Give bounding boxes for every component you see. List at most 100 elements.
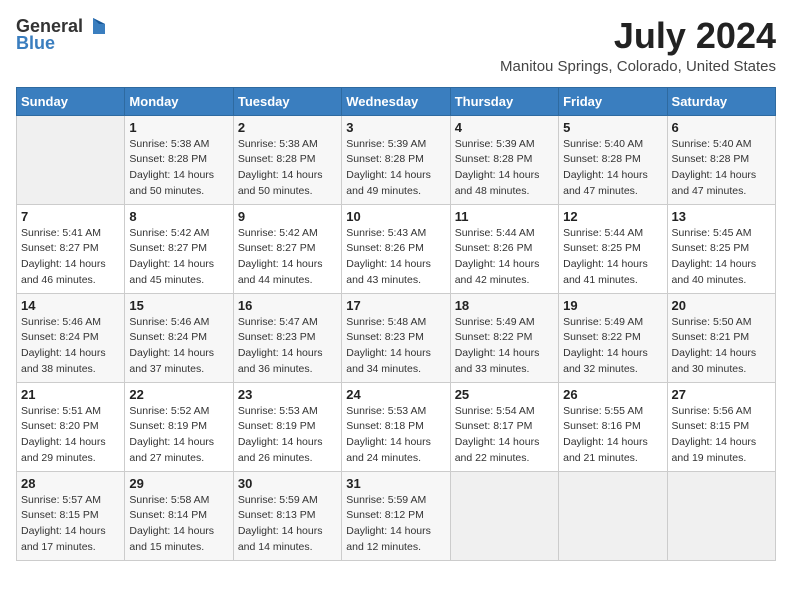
day-of-week-header: Tuesday <box>233 87 341 115</box>
calendar-week-row: 21 Sunrise: 5:51 AMSunset: 8:20 PMDayligh… <box>17 382 776 471</box>
day-number: 4 <box>455 120 554 135</box>
day-info: Sunrise: 5:40 AMSunset: 8:28 PMDaylight:… <box>672 137 771 200</box>
day-info: Sunrise: 5:57 AMSunset: 8:15 PMDaylight:… <box>21 493 120 556</box>
day-number: 15 <box>129 298 228 313</box>
calendar-cell: 19 Sunrise: 5:49 AMSunset: 8:22 PMDayligh… <box>559 293 667 382</box>
day-number: 27 <box>672 387 771 402</box>
day-info: Sunrise: 5:44 AMSunset: 8:26 PMDaylight:… <box>455 226 554 289</box>
day-number: 1 <box>129 120 228 135</box>
calendar-cell: 28 Sunrise: 5:57 AMSunset: 8:15 PMDayligh… <box>17 471 125 560</box>
day-of-week-header: Saturday <box>667 87 775 115</box>
day-number: 24 <box>346 387 445 402</box>
day-info: Sunrise: 5:46 AMSunset: 8:24 PMDaylight:… <box>129 315 228 378</box>
calendar-cell: 23Sunrise: 5:53 AMSunset: 8:19 PMDayligh… <box>233 382 341 471</box>
day-number: 14 <box>21 298 120 313</box>
calendar-cell <box>559 471 667 560</box>
day-number: 11 <box>455 209 554 224</box>
day-info: Sunrise: 5:58 AMSunset: 8:14 PMDaylight:… <box>129 493 228 556</box>
calendar-cell <box>450 471 558 560</box>
calendar-cell: 9 Sunrise: 5:42 AMSunset: 8:27 PMDaylight… <box>233 204 341 293</box>
day-info: Sunrise: 5:39 AMSunset: 8:28 PMDaylight:… <box>346 137 445 200</box>
day-info: Sunrise: 5:50 AMSunset: 8:21 PMDaylight:… <box>672 315 771 378</box>
calendar-table: SundayMondayTuesdayWednesdayThursdayFrid… <box>16 87 776 561</box>
calendar-cell: 7 Sunrise: 5:41 AMSunset: 8:27 PMDaylight… <box>17 204 125 293</box>
day-info: Sunrise: 5:51 AMSunset: 8:20 PMDaylight:… <box>21 404 120 467</box>
day-number: 25 <box>455 387 554 402</box>
day-info: Sunrise: 5:38 AMSunset: 8:28 PMDaylight:… <box>238 137 337 200</box>
day-number: 7 <box>21 209 120 224</box>
day-number: 17 <box>346 298 445 313</box>
day-info: Sunrise: 5:59 AMSunset: 8:12 PMDaylight:… <box>346 493 445 556</box>
calendar-cell: 8 Sunrise: 5:42 AMSunset: 8:27 PMDaylight… <box>125 204 233 293</box>
calendar-cell: 31Sunrise: 5:59 AMSunset: 8:12 PMDayligh… <box>342 471 450 560</box>
day-info: Sunrise: 5:59 AMSunset: 8:13 PMDaylight:… <box>238 493 337 556</box>
calendar-cell: 17 Sunrise: 5:48 AMSunset: 8:23 PMDayligh… <box>342 293 450 382</box>
calendar-cell: 22 Sunrise: 5:52 AMSunset: 8:19 PMDayligh… <box>125 382 233 471</box>
calendar-cell <box>667 471 775 560</box>
calendar-cell: 25 Sunrise: 5:54 AMSunset: 8:17 PMDayligh… <box>450 382 558 471</box>
day-number: 22 <box>129 387 228 402</box>
day-number: 29 <box>129 476 228 491</box>
calendar-cell: 18 Sunrise: 5:49 AMSunset: 8:22 PMDayligh… <box>450 293 558 382</box>
day-info: Sunrise: 5:49 AMSunset: 8:22 PMDaylight:… <box>563 315 662 378</box>
day-number: 13 <box>672 209 771 224</box>
calendar-cell <box>17 115 125 204</box>
calendar-header-row: SundayMondayTuesdayWednesdayThursdayFrid… <box>17 87 776 115</box>
calendar-cell: 1 Sunrise: 5:38 AMSunset: 8:28 PMDaylight… <box>125 115 233 204</box>
day-number: 30 <box>238 476 337 491</box>
calendar-cell: 14 Sunrise: 5:46 AMSunset: 8:24 PMDayligh… <box>17 293 125 382</box>
calendar-cell: 6Sunrise: 5:40 AMSunset: 8:28 PMDaylight… <box>667 115 775 204</box>
location-title: Manitou Springs, Colorado, United States <box>500 58 776 75</box>
day-number: 26 <box>563 387 662 402</box>
calendar-cell: 12Sunrise: 5:44 AMSunset: 8:25 PMDayligh… <box>559 204 667 293</box>
calendar-week-row: 14 Sunrise: 5:46 AMSunset: 8:24 PMDayligh… <box>17 293 776 382</box>
calendar-cell: 21 Sunrise: 5:51 AMSunset: 8:20 PMDayligh… <box>17 382 125 471</box>
calendar-cell: 3Sunrise: 5:39 AMSunset: 8:28 PMDaylight… <box>342 115 450 204</box>
logo-blue-text: Blue <box>16 34 55 54</box>
day-info: Sunrise: 5:40 AMSunset: 8:28 PMDaylight:… <box>563 137 662 200</box>
title-area: July 2024 Manitou Springs, Colorado, Uni… <box>500 16 776 75</box>
day-info: Sunrise: 5:42 AMSunset: 8:27 PMDaylight:… <box>129 226 228 289</box>
day-number: 20 <box>672 298 771 313</box>
day-number: 2 <box>238 120 337 135</box>
day-number: 28 <box>21 476 120 491</box>
day-info: Sunrise: 5:38 AMSunset: 8:28 PMDaylight:… <box>129 137 228 200</box>
calendar-cell: 11 Sunrise: 5:44 AMSunset: 8:26 PMDayligh… <box>450 204 558 293</box>
calendar-cell: 27Sunrise: 5:56 AMSunset: 8:15 PMDayligh… <box>667 382 775 471</box>
day-info: Sunrise: 5:48 AMSunset: 8:23 PMDaylight:… <box>346 315 445 378</box>
day-info: Sunrise: 5:47 AMSunset: 8:23 PMDaylight:… <box>238 315 337 378</box>
day-number: 16 <box>238 298 337 313</box>
day-info: Sunrise: 5:55 AMSunset: 8:16 PMDaylight:… <box>563 404 662 467</box>
calendar-body: 1 Sunrise: 5:38 AMSunset: 8:28 PMDaylight… <box>17 115 776 560</box>
day-info: Sunrise: 5:54 AMSunset: 8:17 PMDaylight:… <box>455 404 554 467</box>
calendar-cell: 20 Sunrise: 5:50 AMSunset: 8:21 PMDayligh… <box>667 293 775 382</box>
day-number: 10 <box>346 209 445 224</box>
calendar-week-row: 1 Sunrise: 5:38 AMSunset: 8:28 PMDaylight… <box>17 115 776 204</box>
day-number: 12 <box>563 209 662 224</box>
day-of-week-header: Wednesday <box>342 87 450 115</box>
day-number: 9 <box>238 209 337 224</box>
day-info: Sunrise: 5:52 AMSunset: 8:19 PMDaylight:… <box>129 404 228 467</box>
day-info: Sunrise: 5:53 AMSunset: 8:18 PMDaylight:… <box>346 404 445 467</box>
day-number: 21 <box>21 387 120 402</box>
calendar-cell: 26 Sunrise: 5:55 AMSunset: 8:16 PMDayligh… <box>559 382 667 471</box>
day-info: Sunrise: 5:39 AMSunset: 8:28 PMDaylight:… <box>455 137 554 200</box>
day-info: Sunrise: 5:45 AMSunset: 8:25 PMDaylight:… <box>672 226 771 289</box>
calendar-cell: 13 Sunrise: 5:45 AMSunset: 8:25 PMDayligh… <box>667 204 775 293</box>
day-info: Sunrise: 5:43 AMSunset: 8:26 PMDaylight:… <box>346 226 445 289</box>
calendar-cell: 29 Sunrise: 5:58 AMSunset: 8:14 PMDayligh… <box>125 471 233 560</box>
day-number: 23 <box>238 387 337 402</box>
calendar-week-row: 7 Sunrise: 5:41 AMSunset: 8:27 PMDaylight… <box>17 204 776 293</box>
day-info: Sunrise: 5:46 AMSunset: 8:24 PMDaylight:… <box>21 315 120 378</box>
day-info: Sunrise: 5:49 AMSunset: 8:22 PMDaylight:… <box>455 315 554 378</box>
day-number: 19 <box>563 298 662 313</box>
calendar-cell: 4 Sunrise: 5:39 AMSunset: 8:28 PMDaylight… <box>450 115 558 204</box>
day-info: Sunrise: 5:42 AMSunset: 8:27 PMDaylight:… <box>238 226 337 289</box>
day-of-week-header: Sunday <box>17 87 125 115</box>
day-number: 8 <box>129 209 228 224</box>
day-info: Sunrise: 5:41 AMSunset: 8:27 PMDaylight:… <box>21 226 120 289</box>
day-of-week-header: Monday <box>125 87 233 115</box>
day-of-week-header: Thursday <box>450 87 558 115</box>
header: General Blue July 2024 Manitou Springs, … <box>16 16 776 75</box>
day-number: 18 <box>455 298 554 313</box>
